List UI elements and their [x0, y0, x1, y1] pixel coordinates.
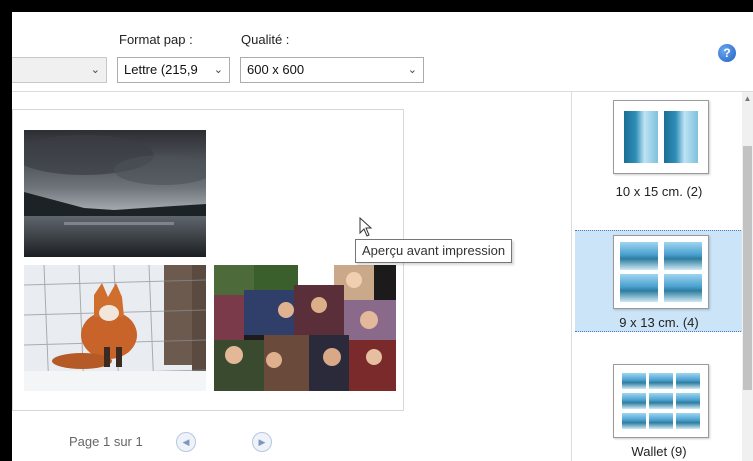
- layout-list-panel: 10 x 15 cm. (2) 9 x 13 cm. (4) Wallet (9…: [571, 92, 753, 461]
- preview-tooltip: Aperçu avant impression: [355, 239, 513, 263]
- layout-tile: [624, 111, 658, 163]
- layout-tile: [664, 111, 698, 163]
- layout-tile: [676, 413, 700, 429]
- chevron-down-icon: ⌄: [213, 64, 223, 76]
- scroll-up-arrow-icon[interactable]: ▲: [742, 92, 753, 106]
- layout-tile: [620, 274, 658, 302]
- help-icon[interactable]: ?: [718, 44, 736, 62]
- layout-tile: [622, 413, 646, 429]
- layout-label: 9 x 13 cm. (4): [619, 315, 699, 330]
- fox-photo: [24, 265, 206, 391]
- layout-tile: [622, 373, 646, 389]
- print-preview-area: Page 1 sur 1 ◀ ▶ Aperçu avant impression: [12, 92, 571, 461]
- print-pictures-window: ⌄ Format pap : Lettre (215,9 ⌄ Qualité :…: [12, 12, 753, 461]
- layout-label: 10 x 15 cm. (2): [615, 184, 703, 199]
- layout-thumbnail: [613, 364, 709, 438]
- previous-page-button[interactable]: ◀: [176, 432, 196, 452]
- print-options-toolbar: ⌄ Format pap : Lettre (215,9 ⌄ Qualité :…: [12, 12, 753, 92]
- preview-page: [12, 109, 404, 411]
- page-indicator: Page 1 sur 1: [69, 434, 143, 449]
- quality-value: 600 x 600: [247, 62, 305, 77]
- layout-tile: [620, 242, 658, 270]
- layout-thumbnail: [613, 100, 709, 174]
- layout-tile: [676, 373, 700, 389]
- chevron-down-icon: ⌄: [407, 64, 417, 76]
- layout-item-10x15[interactable]: 10 x 15 cm. (2): [575, 96, 743, 216]
- quality-select[interactable]: 600 x 600 ⌄: [240, 57, 424, 83]
- layout-thumbnail: [613, 235, 709, 309]
- layout-tile: [649, 393, 673, 409]
- layout-item-wallet[interactable]: Wallet (9): [575, 360, 743, 460]
- layout-tile: [676, 393, 700, 409]
- page-navigator: Page 1 sur 1 ◀ ▶: [12, 422, 571, 460]
- paper-size-value: Lettre (215,9: [124, 62, 198, 77]
- layout-item-9x13[interactable]: 9 x 13 cm. (4): [575, 230, 743, 332]
- layout-label: Wallet (9): [631, 444, 687, 459]
- layout-tile: [622, 393, 646, 409]
- paper-size-select[interactable]: Lettre (215,9 ⌄: [117, 57, 230, 83]
- next-page-button[interactable]: ▶: [252, 432, 272, 452]
- paper-size-label: Format pap :: [119, 32, 193, 47]
- scroll-thumb[interactable]: [743, 146, 752, 390]
- layout-tile: [664, 274, 702, 302]
- quality-label: Qualité :: [241, 32, 290, 47]
- layout-list-scrollbar[interactable]: ▲: [742, 92, 753, 461]
- layout-tile: [664, 242, 702, 270]
- lake-photo: [24, 130, 206, 257]
- chevron-down-icon: ⌄: [90, 64, 100, 76]
- layout-tile: [649, 373, 673, 389]
- layout-tile: [649, 413, 673, 429]
- printer-select[interactable]: ⌄: [12, 57, 107, 83]
- collage-photo: [214, 265, 396, 391]
